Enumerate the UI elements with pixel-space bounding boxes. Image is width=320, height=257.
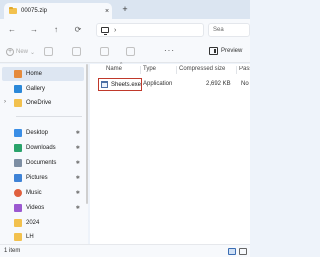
tab-close-button[interactable]: × xyxy=(102,8,112,15)
sidebar-item-label: Downloads xyxy=(26,145,56,151)
videos-icon xyxy=(14,204,22,212)
sidebar-item-home[interactable]: Home xyxy=(2,67,84,81)
new-tab-button[interactable]: + xyxy=(120,4,130,14)
desktop-icon xyxy=(14,129,22,137)
sidebar-item-label: LH xyxy=(26,234,34,240)
sidebar-item-pictures[interactable]: Pictures ✱ xyxy=(0,171,84,185)
column-divider[interactable] xyxy=(236,66,237,74)
column-header-compressed-size[interactable]: Compressed size xyxy=(179,66,225,72)
item-count: 1 item xyxy=(4,248,21,254)
forward-button[interactable]: → xyxy=(28,24,40,36)
chevron-down-icon: ⌄ xyxy=(30,49,36,56)
up-button[interactable]: ↑ xyxy=(50,24,62,36)
application-icon xyxy=(101,81,108,88)
search-input[interactable]: Sea xyxy=(208,23,250,37)
column-header-password[interactable]: Pass xyxy=(239,66,250,72)
tiles-view-icon[interactable] xyxy=(239,248,247,255)
sidebar-item-gallery[interactable]: Gallery xyxy=(0,82,84,96)
tab-active[interactable]: 00075.zip × xyxy=(4,3,112,19)
pin-icon: ✱ xyxy=(75,160,80,166)
cut-icon[interactable] xyxy=(44,47,53,56)
documents-icon xyxy=(14,159,22,167)
sidebar-item-downloads[interactable]: Downloads ✱ xyxy=(0,141,84,155)
divider xyxy=(16,116,82,117)
details-view-icon[interactable] xyxy=(228,248,236,255)
copy-icon[interactable] xyxy=(72,47,81,56)
sidebar-item-label: OneDrive xyxy=(26,100,52,106)
tab-title: 00075.zip xyxy=(21,8,48,14)
sidebar-item-documents[interactable]: Documents ✱ xyxy=(0,156,84,170)
rename-icon[interactable] xyxy=(126,47,135,56)
preview-pane-icon xyxy=(209,47,218,55)
column-header-type[interactable]: Type xyxy=(143,66,156,72)
sidebar-item-label: 2024 xyxy=(26,220,40,226)
sidebar-item-label: Videos xyxy=(26,205,45,211)
navigation-pane: › Home Gallery › OneDrive Desktop ✱ Down… xyxy=(0,64,88,244)
sidebar-item-label: Gallery xyxy=(26,86,46,92)
sidebar-item-label: Pictures xyxy=(26,175,48,181)
address-bar[interactable]: › xyxy=(96,23,204,37)
pin-icon: ✱ xyxy=(75,130,80,136)
navigation-bar: ← → ↑ ⟳ › Sea xyxy=(0,19,250,41)
sidebar-item-music[interactable]: Music ✱ xyxy=(0,186,84,200)
plus-icon: + xyxy=(6,48,14,56)
sidebar-item-onedrive[interactable]: OneDrive xyxy=(0,96,84,110)
sidebar-item-label: Music xyxy=(26,190,42,196)
status-bar: 1 item xyxy=(0,244,250,257)
sidebar-item-2024[interactable]: 2024 xyxy=(0,216,84,230)
pin-icon: ✱ xyxy=(75,175,80,181)
title-bar: 00075.zip × + xyxy=(0,0,250,19)
sidebar-item-label: Home xyxy=(26,71,43,77)
preview-button[interactable]: Preview xyxy=(209,47,242,55)
folder-icon xyxy=(14,233,22,241)
folder-icon xyxy=(9,7,17,14)
home-icon xyxy=(14,70,22,78)
sidebar-item-lh[interactable]: LH xyxy=(0,230,84,244)
paste-icon[interactable] xyxy=(100,47,109,56)
file-compressed-size: 2,692 KB xyxy=(206,81,231,87)
new-label: New xyxy=(16,49,29,55)
column-divider[interactable] xyxy=(140,66,141,74)
file-type: Application xyxy=(143,81,173,87)
pictures-icon xyxy=(14,174,22,182)
file-password: No xyxy=(241,81,249,87)
sidebar-item-label: Documents xyxy=(26,160,57,166)
command-bar: + New ⌄ ··· Preview xyxy=(0,41,250,63)
file-list: ^ Name Type Compressed size Pass Sheets.… xyxy=(90,62,250,244)
sidebar-item-label: Desktop xyxy=(26,130,49,136)
folder-icon xyxy=(14,219,22,227)
new-button[interactable]: + New ⌄ xyxy=(6,47,35,57)
preview-label: Preview xyxy=(221,48,243,54)
table-row[interactable]: Sheets.exe Application 2,692 KB No xyxy=(92,78,250,91)
folder-icon xyxy=(14,99,22,107)
column-divider[interactable] xyxy=(176,66,177,74)
music-icon xyxy=(14,189,22,197)
file-name-cell[interactable]: Sheets.exe xyxy=(98,78,142,91)
gallery-icon xyxy=(14,85,22,93)
pin-icon: ✱ xyxy=(75,205,80,211)
refresh-button[interactable]: ⟳ xyxy=(72,24,84,36)
sidebar-item-videos[interactable]: Videos ✱ xyxy=(0,201,84,215)
back-button[interactable]: ← xyxy=(6,24,18,36)
pin-icon: ✱ xyxy=(75,145,80,151)
this-pc-icon xyxy=(101,27,109,35)
column-header-name[interactable]: Name xyxy=(106,66,122,72)
address-chevron-icon[interactable]: › xyxy=(114,27,116,34)
pin-icon: ✱ xyxy=(75,190,80,196)
sidebar-item-desktop[interactable]: Desktop ✱ xyxy=(0,126,84,140)
sidebar-scrollbar[interactable] xyxy=(86,64,88,204)
file-name: Sheets.exe xyxy=(111,81,142,88)
download-icon xyxy=(14,144,22,152)
more-options-button[interactable]: ··· xyxy=(164,46,175,55)
